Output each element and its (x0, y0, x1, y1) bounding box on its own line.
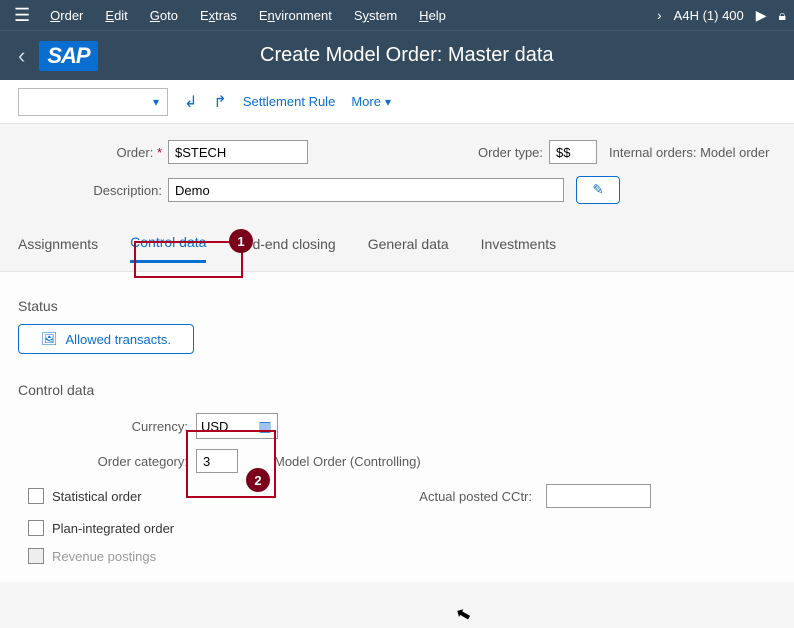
order-type-label: Order type: (478, 145, 549, 160)
category-label: Order category: (18, 454, 196, 469)
upload-icon[interactable]: ↱ (213, 92, 226, 112)
category-input[interactable] (196, 449, 238, 473)
revenue-postings-label: Revenue postings (52, 549, 156, 564)
tab-prd-end-closing[interactable]: Prd-end closing (238, 234, 335, 263)
currency-field[interactable]: ▥ (196, 413, 278, 439)
value-help-icon[interactable]: ▥ (253, 418, 277, 435)
top-menu-bar: ☰ Order Edit Goto Extras Environment Sys… (0, 0, 794, 30)
menu-edit[interactable]: Edit (97, 4, 135, 27)
menu-extras[interactable]: Extras (192, 4, 245, 27)
edit-description-button[interactable]: ✎ (576, 176, 620, 204)
content-area: Order: * Order type: Internal orders: Mo… (0, 124, 794, 582)
description-input[interactable] (168, 178, 564, 202)
menu-environment[interactable]: Environment (251, 4, 340, 27)
chevron-right-icon[interactable]: › (657, 7, 662, 23)
currency-label: Currency: (18, 419, 196, 434)
system-id: A4H (1) 400 (674, 8, 744, 23)
tab-general-data[interactable]: General data (368, 234, 449, 263)
currency-input[interactable] (197, 414, 253, 438)
order-type-desc: Internal orders: Model order (609, 145, 769, 160)
back-icon[interactable]: ‹ (18, 43, 25, 69)
control-section-title: Control data (18, 382, 776, 398)
order-label: Order: * (18, 145, 168, 160)
posted-cctr-input[interactable] (546, 484, 651, 508)
settlement-rule-link[interactable]: Settlement Rule (243, 94, 336, 109)
statistical-order-label: Statistical order (52, 489, 142, 504)
menu-order[interactable]: Order (42, 4, 91, 27)
lock-icon[interactable]: 🔒︎ (779, 7, 786, 24)
title-bar: ‹ SAP Create Model Order: Master data (0, 30, 794, 80)
image-icon: 🖼︎ (41, 331, 58, 347)
order-type-input[interactable] (549, 140, 597, 164)
menu-system[interactable]: System (346, 4, 405, 27)
revenue-postings-checkbox (28, 548, 44, 564)
allowed-transacts-button[interactable]: 🖼︎ Allowed transacts. (18, 324, 194, 354)
cursor-icon: ⬉ (454, 602, 474, 626)
menu-help[interactable]: Help (411, 4, 454, 27)
play-forward-icon[interactable]: ▶ (756, 7, 767, 24)
plan-integrated-checkbox[interactable] (28, 520, 44, 536)
tab-panel: Status 🖼︎ Allowed transacts. Control dat… (0, 272, 794, 582)
chevron-down-icon: ▾ (153, 95, 159, 109)
export-icon[interactable]: ↲ (184, 92, 197, 112)
description-label: Description: (18, 183, 168, 198)
page-title: Create Model Order: Master data (38, 44, 776, 67)
more-menu[interactable]: More ▾ (351, 94, 391, 109)
posted-cctr-label: Actual posted CCtr: (419, 489, 532, 504)
plan-integrated-label: Plan-integrated order (52, 521, 174, 536)
chevron-down-icon: ▾ (385, 95, 391, 109)
app-toolbar: ▾ ↲ ↱ Settlement Rule More ▾ (0, 80, 794, 124)
tab-control-data[interactable]: Control data (130, 234, 206, 263)
menu-goto[interactable]: Goto (142, 4, 186, 27)
toolbar-dropdown[interactable]: ▾ (18, 88, 168, 116)
menu-icon[interactable]: ☰ (8, 5, 36, 26)
pencil-icon: ✎ (592, 182, 603, 198)
category-desc: Model Order (Controlling) (274, 454, 421, 469)
statistical-order-checkbox[interactable] (28, 488, 44, 504)
status-section-title: Status (18, 298, 776, 314)
tab-strip: Assignments Control data Prd-end closing… (0, 210, 794, 263)
tab-assignments[interactable]: Assignments (18, 234, 98, 263)
tab-investments[interactable]: Investments (481, 234, 556, 263)
order-input[interactable] (168, 140, 308, 164)
